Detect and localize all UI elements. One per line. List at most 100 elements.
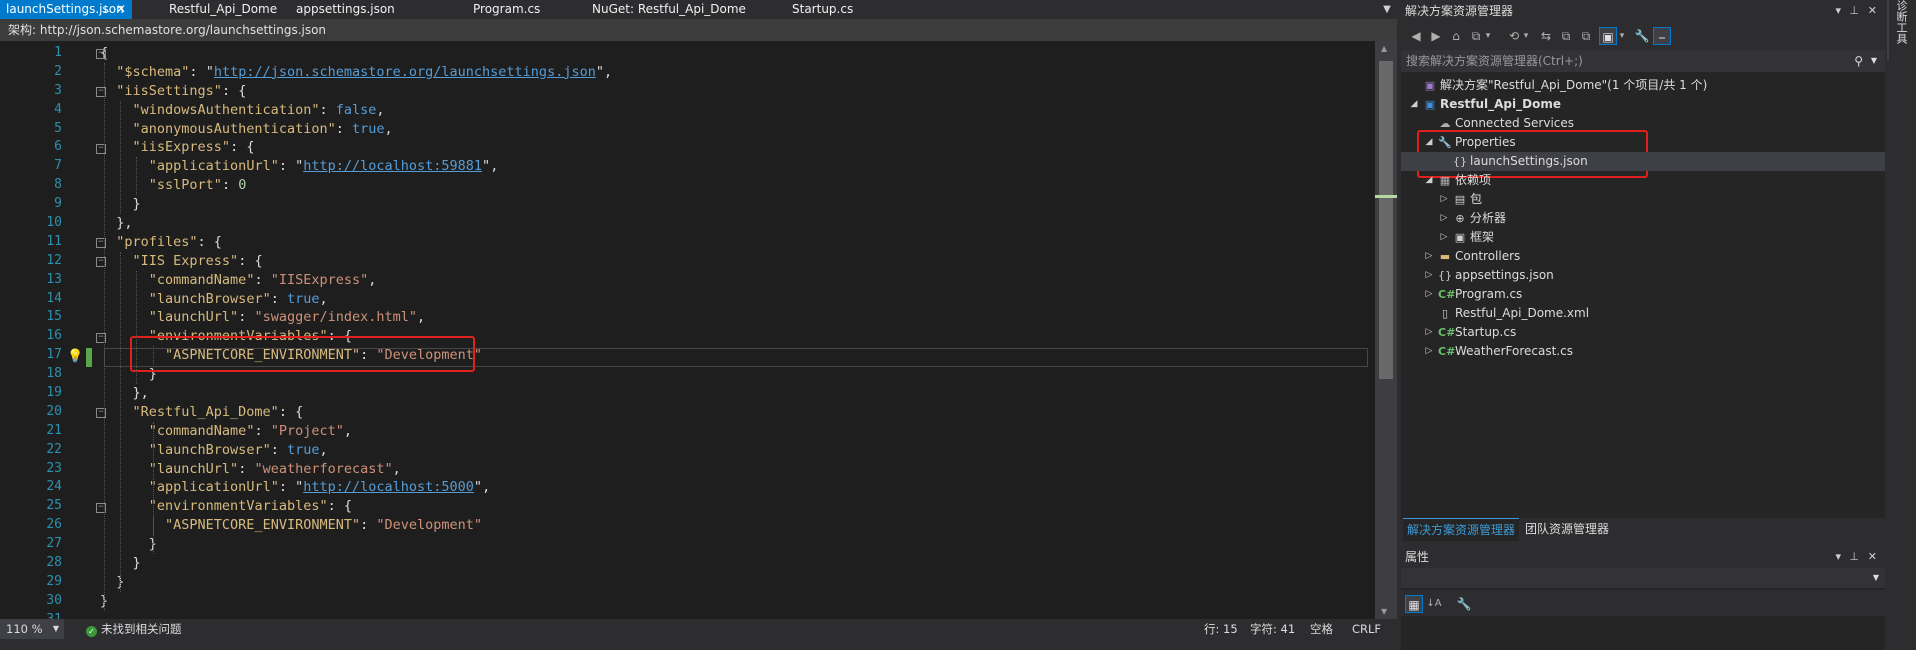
scroll-up-icon[interactable]: ▲ <box>1381 44 1387 53</box>
properties-object-combo[interactable]: ▼ <box>1401 568 1885 588</box>
code-token[interactable]: http://localhost:5000 <box>303 479 474 495</box>
tree-item[interactable]: ▷ {} appsettings.json <box>1401 266 1885 285</box>
code-line[interactable]: "launchBrowser": true, <box>100 441 1370 460</box>
tree-item[interactable]: ☁ Connected Services <box>1401 114 1885 133</box>
code-line[interactable]: "IIS Express": { <box>100 252 1370 271</box>
show-all-files-icon[interactable]: ⧉ <box>1577 27 1595 45</box>
tab-restful-api-dome[interactable]: Restful_Api_Dome <box>163 0 277 19</box>
collapsed-arrow-icon[interactable]: ▷ <box>1424 266 1434 285</box>
tab-launchsettings-json[interactable]: launchSettings.json ⊥ ✕ <box>0 0 132 19</box>
tree-item[interactable]: ▷ ▤ 包 <box>1401 190 1885 209</box>
schema-bar[interactable]: 架构: http://json.schemastore.org/launchse… <box>0 19 1397 41</box>
code-line[interactable]: "windowsAuthentication": false, <box>100 101 1370 120</box>
code-line[interactable]: "$schema": "http://json.schemastore.org/… <box>100 63 1370 82</box>
code-line[interactable]: "iisSettings": { <box>100 82 1370 101</box>
code-line[interactable]: } <box>100 195 1370 214</box>
code-line[interactable]: "launchUrl": "weatherforecast", <box>100 460 1370 479</box>
wrench-icon[interactable]: 🔧 <box>1455 595 1473 613</box>
tree-item[interactable]: ◢ 🔧 Properties <box>1401 133 1885 152</box>
scroll-down-icon[interactable]: ▼ <box>1381 607 1387 616</box>
expanded-arrow-icon[interactable]: ◢ <box>1424 133 1434 152</box>
code-line[interactable]: "launchBrowser": true, <box>100 290 1370 309</box>
collapsed-arrow-icon[interactable]: ▷ <box>1424 285 1434 304</box>
code-line[interactable]: "commandName": "Project", <box>100 422 1370 441</box>
chevron-down-icon[interactable]: ▾ <box>1521 27 1531 45</box>
collapsed-arrow-icon[interactable]: ▷ <box>1439 190 1449 209</box>
search-input[interactable]: 搜索解决方案资源管理器(Ctrl+;) <box>1406 54 1583 68</box>
code-text[interactable]: { "$schema": "http://json.schemastore.or… <box>100 44 1370 619</box>
chevron-down-icon[interactable]: ▾ <box>1483 27 1493 45</box>
tab-startup-cs[interactable]: Startup.cs <box>786 0 866 19</box>
fold-toggle-icon[interactable]: − <box>96 49 106 59</box>
chevron-down-icon[interactable]: ▾ <box>1835 0 1841 22</box>
code-token[interactable]: http://localhost:59881 <box>303 158 482 174</box>
code-line[interactable]: "commandName": "IISExpress", <box>100 271 1370 290</box>
pin-icon[interactable]: ⊥ <box>101 0 110 19</box>
code-line[interactable]: "anonymousAuthentication": true, <box>100 120 1370 139</box>
diagnostic-tools-tab[interactable]: 诊断工具 <box>1891 0 1909 44</box>
issues-indicator[interactable]: ✓ 未找到相关问题 <box>86 619 182 639</box>
sync-icon[interactable]: ⇆ <box>1537 27 1555 45</box>
scrollbar-thumb[interactable] <box>1379 61 1393 379</box>
pin-icon[interactable]: ⊥ <box>1849 0 1859 22</box>
tab-nuget[interactable]: NuGet: Restful_Api_Dome <box>586 0 746 19</box>
tree-item[interactable]: ◢ ▦ 依赖项 <box>1401 171 1885 190</box>
categorized-icon[interactable]: ▦ <box>1405 595 1423 613</box>
tab-team-explorer[interactable]: 团队资源管理器 <box>1521 518 1613 540</box>
zoom-combo[interactable]: 110 % ▼ <box>0 619 64 639</box>
vertical-scrollbar[interactable]: ▲ ▼ <box>1375 41 1397 619</box>
code-line[interactable]: "profiles": { <box>100 233 1370 252</box>
code-line[interactable]: "launchUrl": "swagger/index.html", <box>100 308 1370 327</box>
close-icon[interactable]: ✕ <box>1868 546 1877 568</box>
code-line[interactable]: } <box>100 592 1370 611</box>
alphabetical-icon[interactable]: ↓A <box>1425 595 1443 613</box>
code-line[interactable]: } <box>100 554 1370 573</box>
line-ending[interactable]: CRLF <box>1352 619 1381 639</box>
preview-icon[interactable]: ⎯ <box>1653 27 1671 45</box>
code-line[interactable]: }, <box>100 384 1370 403</box>
code-line[interactable]: } <box>100 573 1370 592</box>
tree-item[interactable]: {} launchSettings.json <box>1401 152 1885 171</box>
forward-icon[interactable]: ▶ <box>1427 27 1445 45</box>
code-line[interactable] <box>100 611 1370 619</box>
tab-dropdown-icon[interactable]: ▼ <box>1377 0 1397 19</box>
search-icon[interactable]: ⚲ <box>1854 50 1863 72</box>
tree-item[interactable]: ▷ ⊕ 分析器 <box>1401 209 1885 228</box>
code-editor[interactable]: 1 2 3 4 5 6 7 8 9 10 11 12 13 14 15 16 17 18 19 20 21 22 23 24 2… <box>0 41 1375 619</box>
tab-appsettings-json[interactable]: appsettings.json <box>290 0 400 19</box>
pin-icon[interactable]: ⊥ <box>1849 546 1859 568</box>
collapsed-arrow-icon[interactable]: ▷ <box>1439 209 1449 228</box>
collapse-all-icon[interactable]: ⧉ <box>1557 27 1575 45</box>
wrench-icon[interactable]: 🔧 <box>1633 27 1651 45</box>
chevron-down-icon[interactable]: ▼ <box>1873 573 1879 582</box>
horizontal-scrollbar[interactable] <box>0 639 1397 650</box>
code-line[interactable]: "environmentVariables": { <box>100 497 1370 516</box>
collapsed-arrow-icon[interactable]: ▷ <box>1424 323 1434 342</box>
chevron-down-icon[interactable]: ▾ <box>1617 27 1627 45</box>
code-line[interactable]: "applicationUrl": "http://localhost:5988… <box>100 157 1370 176</box>
tree-item[interactable]: ▷ C# WeatherForecast.cs <box>1401 342 1885 361</box>
tree-item[interactable]: ▣ 解决方案"Restful_Api_Dome"(1 个项目/共 1 个) <box>1401 76 1885 95</box>
back-icon[interactable]: ◀ <box>1407 27 1425 45</box>
collapsed-arrow-icon[interactable]: ▷ <box>1424 342 1434 361</box>
code-line[interactable]: "applicationUrl": "http://localhost:5000… <box>100 478 1370 497</box>
tree-item[interactable]: ▷ C# Startup.cs <box>1401 323 1885 342</box>
collapsed-arrow-icon[interactable]: ▷ <box>1439 228 1449 247</box>
code-line[interactable]: "iisExpress": { <box>100 138 1370 157</box>
code-line[interactable]: "sslPort": 0 <box>100 176 1370 195</box>
collapsed-arrow-icon[interactable]: ▷ <box>1424 247 1434 266</box>
tab-program-cs[interactable]: Program.cs <box>467 0 547 19</box>
lightbulb-icon[interactable]: 💡 <box>67 348 83 366</box>
solution-explorer-search[interactable]: 搜索解决方案资源管理器(Ctrl+;) ⚲ ▼ <box>1401 50 1885 72</box>
tree-item[interactable]: ▯ Restful_Api_Dome.xml <box>1401 304 1885 323</box>
chevron-down-icon[interactable]: ▾ <box>1835 546 1841 568</box>
chevron-down-icon[interactable]: ▼ <box>1871 50 1877 72</box>
expanded-arrow-icon[interactable]: ◢ <box>1409 95 1419 114</box>
code-line[interactable]: { <box>100 44 1370 63</box>
home-icon[interactable]: ⌂ <box>1447 27 1465 45</box>
code-line[interactable]: "ASPNETCORE_ENVIRONMENT": "Development" <box>100 516 1370 535</box>
close-icon[interactable]: ✕ <box>116 0 126 19</box>
tree-item[interactable]: ◢ ▣ Restful_Api_Dome <box>1401 95 1885 114</box>
indent-mode[interactable]: 空格 <box>1310 619 1333 639</box>
code-line[interactable]: "Restful_Api_Dome": { <box>100 403 1370 422</box>
